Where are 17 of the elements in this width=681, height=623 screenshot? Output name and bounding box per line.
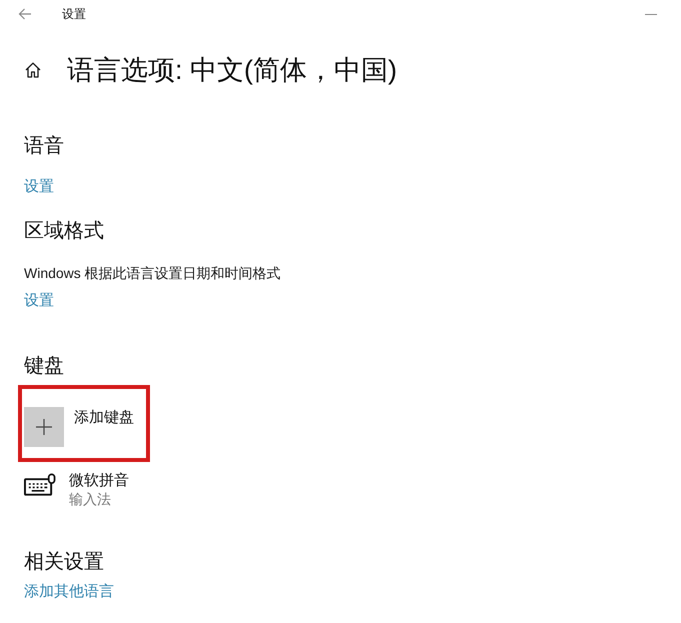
text-link[interactable]: 设置: [24, 291, 54, 311]
section-heading: 区域格式: [24, 219, 104, 244]
text-link[interactable]: 添加其他语言: [24, 582, 114, 602]
window-title: 设置: [62, 6, 86, 23]
plus-icon: [24, 407, 64, 447]
keyboard-icon: [24, 473, 56, 497]
back-arrow-icon[interactable]: [18, 8, 32, 20]
section-heading: 语音: [24, 134, 64, 159]
add-keyboard-button[interactable]: 添加键盘: [24, 407, 134, 447]
page-title: 语言选项: 中文(简体，中国): [67, 54, 397, 86]
keyboard-type: 输入法: [69, 490, 112, 508]
text-link[interactable]: 设置: [24, 177, 54, 197]
home-icon[interactable]: [25, 62, 41, 78]
description-text: Windows 根据此语言设置日期和时间格式: [24, 264, 281, 283]
section-heading: 相关设置: [24, 550, 104, 575]
keyboard-name[interactable]: 微软拼音: [69, 472, 129, 490]
section-heading: 键盘: [24, 354, 64, 379]
